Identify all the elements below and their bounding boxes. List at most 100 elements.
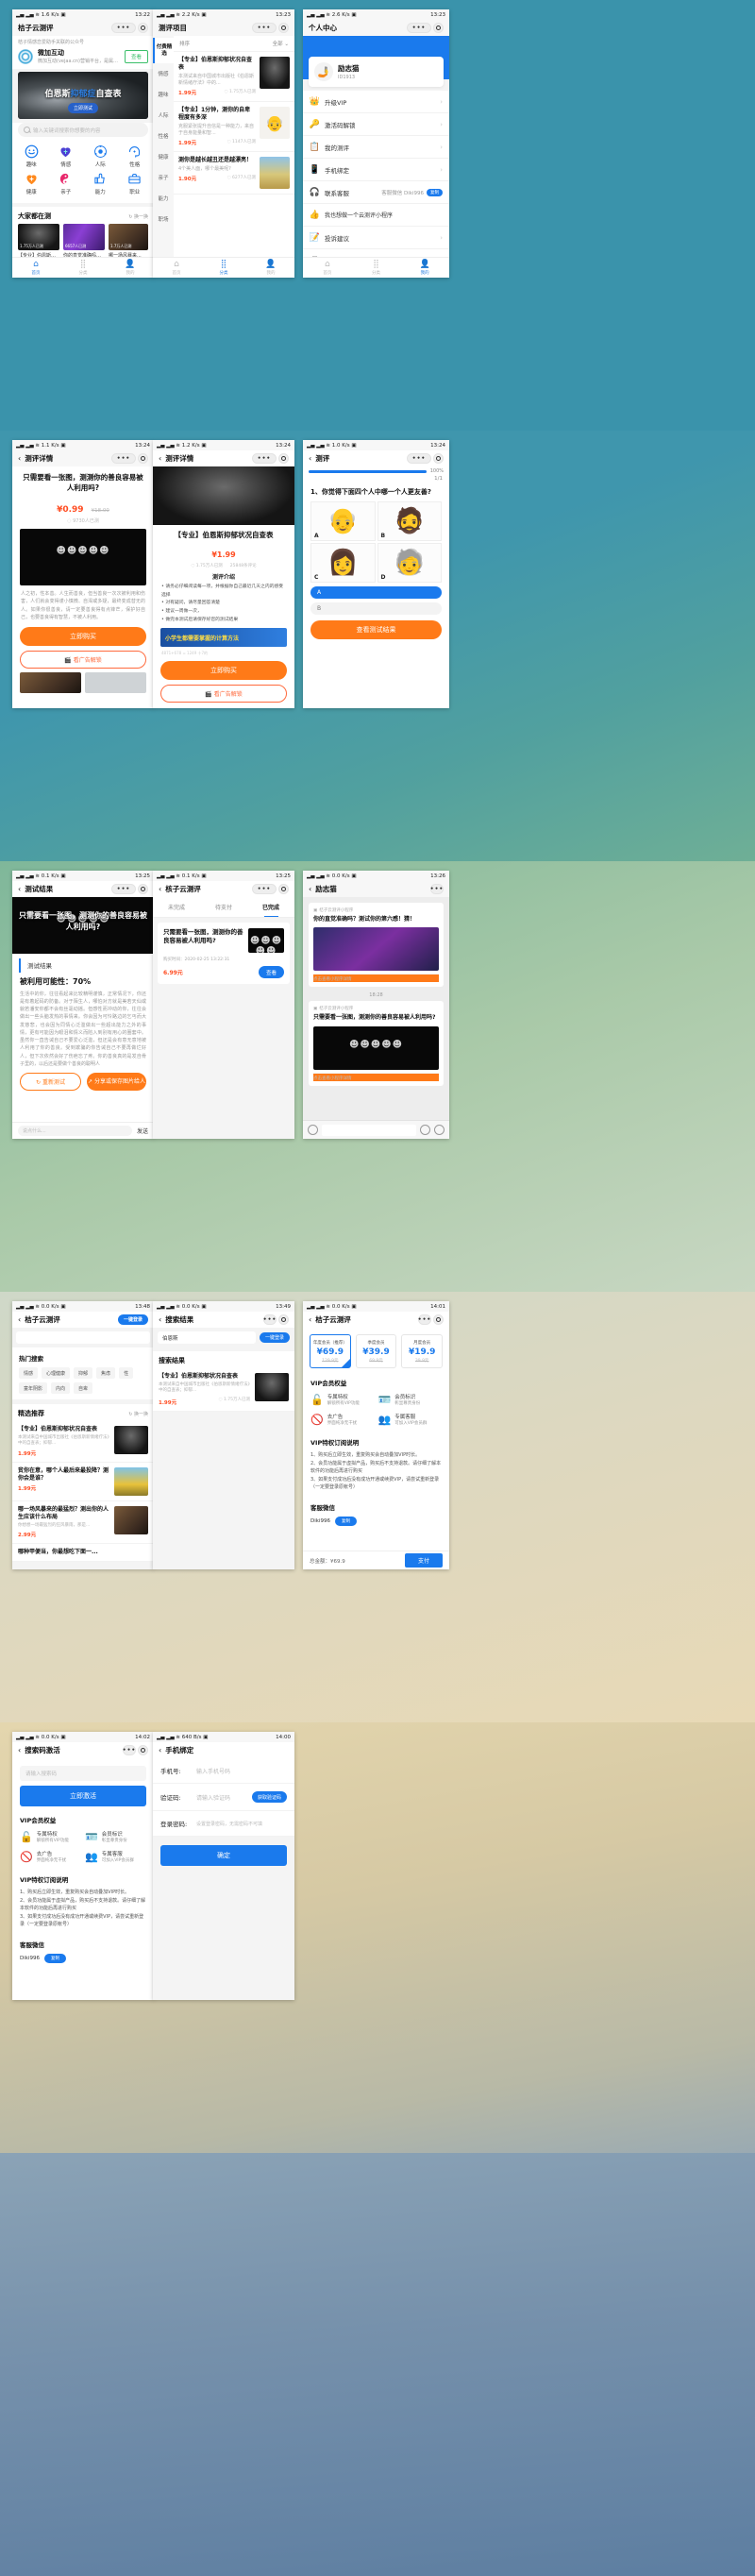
confirm-button[interactable]: 确定 — [160, 1845, 287, 1866]
buy-button[interactable]: 立即购买 — [160, 661, 287, 681]
pay-button[interactable]: 支付 — [404, 1553, 443, 1568]
face-option-b[interactable]: 🧔 B — [377, 500, 442, 541]
plan-card-annual[interactable]: 年度会员（推荐） ¥69.9 129.9元 — [310, 1334, 351, 1368]
field-code[interactable]: 验证码: 请输入验证码 获取验证码 — [153, 1784, 294, 1811]
tab-home[interactable]: ⌂ 首页 — [303, 258, 352, 278]
hot-tag[interactable]: 内向 — [51, 1382, 71, 1394]
activation-code-input[interactable]: 请输入搜索码 — [20, 1766, 146, 1781]
sidebar-item-health[interactable]: 健康 — [153, 146, 174, 167]
back-button[interactable]: ‹ — [159, 1315, 161, 1324]
tab-home[interactable]: ⌂ 首页 — [12, 258, 59, 278]
close-button[interactable] — [278, 23, 289, 33]
chat-text-input[interactable] — [322, 1124, 416, 1136]
sidebar-item-career[interactable]: 职场 — [153, 209, 174, 229]
category-item-1[interactable]: 情感 — [49, 144, 84, 168]
mini-program-capsule[interactable]: ••• — [407, 453, 444, 464]
banner-cta-button[interactable]: 立即测试 — [67, 103, 98, 113]
sort-button[interactable]: 排序 — [179, 40, 190, 47]
menu-item-feedback[interactable]: 📝 投诉建议 › — [303, 227, 449, 249]
popular-card[interactable]: 1.7万人已测 哪一场风暴来... — [109, 224, 148, 259]
sidebar-item-personality[interactable]: 性格 — [153, 126, 174, 146]
face-option-c[interactable]: 👩 C — [310, 542, 376, 583]
category-item-6[interactable]: 能力 — [83, 172, 118, 195]
order-card[interactable]: 只需要看一张图，测测你的善良容易被人利用吗? 购买时间：2020-02-25 1… — [158, 923, 290, 984]
message-bubble[interactable]: ▣ 桔子云测评小程序 只需要看一张图，测测你的善良容易被人利用吗? 点击查看小程… — [309, 1001, 444, 1086]
more-button[interactable]: ••• — [123, 1745, 136, 1755]
share-button[interactable]: ↗ 分享或保存图片给人 — [87, 1073, 146, 1091]
back-button[interactable]: ‹ — [309, 454, 311, 463]
password-input[interactable]: 设置登录密码，无需密码不可填 — [196, 1821, 287, 1827]
refresh-button[interactable]: ↻ 换一换 — [128, 1411, 148, 1417]
copy-button[interactable]: 复制 — [43, 1953, 66, 1963]
product-item[interactable]: 【专业】伯恩斯抑郁状况自查表 本测试来自中国城市出版社《伯恩斯新情绪疗法》中的.… — [174, 52, 294, 103]
close-button[interactable] — [278, 1314, 289, 1325]
comment-input[interactable]: 说点什么... — [18, 1126, 132, 1136]
hot-tag[interactable]: 自卑 — [74, 1382, 93, 1394]
category-item-3[interactable]: 性格 — [118, 144, 153, 168]
official-account-card[interactable]: 桔子情感恋爱助手关联的公众号 微加互动 微加互动(vejaa.cn)营销平台，是… — [12, 36, 154, 69]
close-button[interactable] — [278, 884, 289, 894]
header-actions[interactable]: ••• — [263, 1314, 289, 1325]
more-button[interactable]: ••• — [252, 23, 277, 33]
send-button[interactable]: 发送 — [137, 1127, 148, 1135]
retest-button[interactable]: ↻ 重新测试 — [20, 1073, 81, 1091]
sidebar-item-emotion[interactable]: 情感 — [153, 63, 174, 84]
tab-mine[interactable]: 👤 我的 — [107, 258, 154, 278]
copy-button[interactable]: 复制 — [334, 1516, 357, 1526]
more-button[interactable]: ••• — [430, 884, 444, 894]
get-code-button[interactable]: 获取验证码 — [251, 1791, 287, 1803]
popular-card[interactable]: 6657人已测 你的直觉准确吗？ ... — [63, 224, 105, 259]
category-item-7[interactable]: 职业 — [118, 172, 153, 195]
close-button[interactable] — [433, 453, 444, 464]
back-button[interactable]: ‹ — [159, 885, 161, 893]
more-button[interactable]: ••• — [111, 23, 136, 33]
hot-tag[interactable]: 抑郁 — [74, 1367, 93, 1379]
category-item-2[interactable]: 人际 — [83, 144, 118, 168]
close-button[interactable] — [278, 453, 289, 464]
mini-program-capsule[interactable]: ••• — [111, 23, 148, 33]
face-option-a[interactable]: 👴 A — [310, 500, 376, 541]
user-card[interactable]: 🤳 励志猫 ID1913 — [309, 57, 444, 87]
more-button[interactable]: ••• — [418, 1314, 431, 1325]
mini-program-capsule[interactable]: ••• — [407, 23, 444, 33]
watch-ad-button[interactable]: 🎬 看广告解锁 — [20, 650, 146, 669]
close-button[interactable] — [433, 23, 444, 33]
more-button[interactable]: ••• — [252, 453, 277, 464]
search-input[interactable] — [16, 1331, 150, 1344]
category-item-0[interactable]: 趣味 — [14, 144, 49, 168]
sidebar-item-fun[interactable]: 趣味 — [153, 84, 174, 105]
search-result-item[interactable]: 【专业】伯恩斯抑郁状况自查表 本测试来自中国城市出版社《伯恩斯新情绪疗法》中的自… — [153, 1368, 294, 1412]
tab-incomplete[interactable]: 未完成 — [153, 897, 200, 917]
sidebar-item-featured[interactable]: 付费精选 — [153, 38, 174, 64]
hot-tag[interactable]: 童年阴影 — [19, 1382, 48, 1394]
more-button[interactable]: ••• — [263, 1314, 277, 1325]
more-button[interactable]: ••• — [111, 453, 136, 464]
category-item-4[interactable]: 健康 — [14, 172, 49, 195]
back-button[interactable]: ‹ — [18, 1746, 21, 1754]
category-item-5[interactable]: 亲子 — [49, 172, 84, 195]
ad-strip[interactable] — [12, 671, 154, 693]
option-a[interactable]: A — [310, 585, 442, 599]
back-button[interactable]: ‹ — [159, 1746, 161, 1754]
plan-card-quarterly[interactable]: 季度会员 ¥39.9 69.9元 — [355, 1334, 397, 1368]
menu-item-vip[interactable]: 👑 升级VIP › — [303, 91, 449, 113]
submit-button[interactable]: 查看测试结果 — [310, 619, 442, 639]
rec-item[interactable]: 哪种甲便当，你最想吃下面一... — [12, 1544, 154, 1563]
tab-mine[interactable]: 👤 我的 — [247, 258, 294, 278]
one-click-login-button[interactable]: 一键登录 — [117, 1314, 148, 1325]
phone-input[interactable]: 输入手机号码 — [196, 1767, 287, 1775]
back-button[interactable]: ‹ — [309, 1315, 311, 1324]
watch-ad-button[interactable]: 🎬 看广告解锁 — [160, 685, 287, 703]
plan-card-monthly[interactable]: 月度会员 ¥19.9 39.9元 — [401, 1334, 444, 1368]
ad-banner[interactable]: 小学生都需要掌握的计算方法 — [160, 628, 287, 648]
tab-completed[interactable]: 已完成 — [247, 897, 294, 917]
product-item[interactable]: 测你是越长越丑还是越漂亮！ 4个美人面，哪个最美呢? 1.90元 ◌ 6277人已… — [174, 152, 294, 195]
mini-program-capsule[interactable]: ••• — [123, 1745, 148, 1755]
tab-category[interactable]: ⣿ 分类 — [200, 258, 247, 278]
back-button[interactable]: ‹ — [18, 885, 21, 893]
search-input[interactable]: 伯恩斯 — [158, 1331, 256, 1344]
menu-item-build-miniprogram[interactable]: 👍 我也想做一个云测评小程序 — [303, 204, 449, 227]
menu-item-my-tests[interactable]: 📋 我的测评 › — [303, 136, 449, 159]
tab-category[interactable]: ⣿ 分类 — [352, 258, 401, 278]
plus-icon[interactable] — [434, 1125, 445, 1135]
